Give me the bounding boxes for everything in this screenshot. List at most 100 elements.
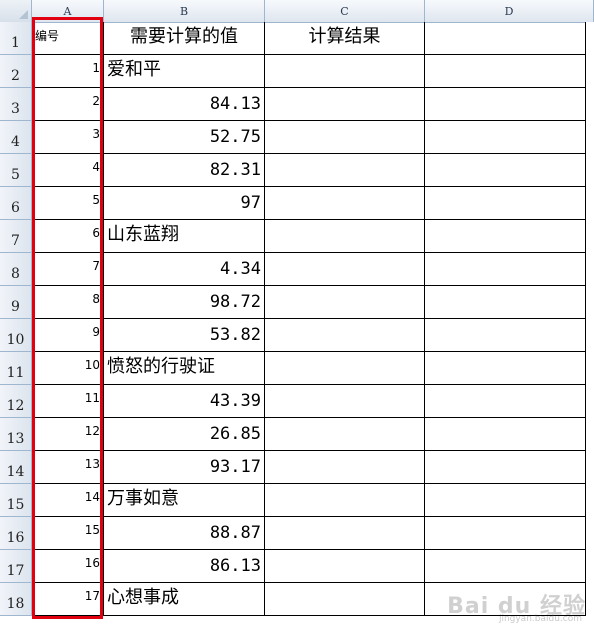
cell-a13[interactable]: 12 [32, 418, 104, 451]
select-all-corner[interactable] [0, 0, 32, 22]
cell-a5[interactable]: 4 [32, 154, 104, 187]
cell-c11[interactable] [265, 352, 425, 385]
cell-a3[interactable]: 2 [32, 88, 104, 121]
cell-d2[interactable] [425, 55, 586, 88]
row-header-10[interactable]: 10 [0, 319, 32, 352]
column-header-a[interactable]: A [32, 0, 104, 22]
cell-d16[interactable] [425, 517, 586, 550]
cell-b1-value-header[interactable]: 需要计算的值 [104, 22, 265, 55]
row-header-4[interactable]: 4 [0, 121, 32, 154]
row-header-6[interactable]: 6 [0, 187, 32, 220]
column-header-c[interactable]: C [265, 0, 425, 22]
cell-c8[interactable] [265, 253, 425, 286]
cell-value: 82.31 [209, 160, 261, 180]
row-number: 11 [6, 365, 25, 381]
row-header-12[interactable]: 12 [0, 385, 32, 418]
cell-b9[interactable]: 98.72 [104, 286, 265, 319]
cell-c3[interactable] [265, 88, 425, 121]
cell-b16[interactable]: 88.87 [104, 517, 265, 550]
cell-c13[interactable] [265, 418, 425, 451]
row-header-3[interactable]: 3 [0, 88, 32, 121]
cell-a1[interactable]: 编号 [32, 22, 104, 55]
cell-b3[interactable]: 84.13 [104, 88, 265, 121]
cell-a11[interactable]: 10 [32, 352, 104, 385]
cell-a12[interactable]: 11 [32, 385, 104, 418]
cell-b4[interactable]: 52.75 [104, 121, 265, 154]
cell-b13[interactable]: 26.85 [104, 418, 265, 451]
cell-d15[interactable] [425, 484, 586, 517]
row-header-18[interactable]: 18 [0, 583, 32, 616]
cell-c12[interactable] [265, 385, 425, 418]
cell-c17[interactable] [265, 550, 425, 583]
cell-a17[interactable]: 16 [32, 550, 104, 583]
row-header-1[interactable]: 1 [0, 22, 32, 55]
row-number: 15 [6, 497, 25, 513]
cell-c5[interactable] [265, 154, 425, 187]
column-header-d[interactable]: D [425, 0, 594, 22]
cell-c6[interactable] [265, 187, 425, 220]
row-header-14[interactable]: 14 [0, 451, 32, 484]
cell-b10[interactable]: 53.82 [104, 319, 265, 352]
cell-c7[interactable] [265, 220, 425, 253]
cell-d6[interactable] [425, 187, 586, 220]
row-header-8[interactable]: 8 [0, 253, 32, 286]
column-header-b[interactable]: B [104, 0, 265, 22]
cell-b2[interactable]: 爱和平 [104, 55, 265, 88]
cell-a2[interactable]: 1 [32, 55, 104, 88]
cell-b8[interactable]: 4.34 [104, 253, 265, 286]
cell-value: 88.87 [209, 523, 261, 543]
cell-c18[interactable] [265, 583, 425, 616]
cell-a8[interactable]: 7 [32, 253, 104, 286]
cell-b14[interactable]: 93.17 [104, 451, 265, 484]
cell-d12[interactable] [425, 385, 586, 418]
row-header-9[interactable]: 9 [0, 286, 32, 319]
cell-b7[interactable]: 山东蓝翔 [104, 220, 265, 253]
cell-a10[interactable]: 9 [32, 319, 104, 352]
cell-a18[interactable]: 17 [32, 583, 104, 616]
cell-c16[interactable] [265, 517, 425, 550]
cell-a16[interactable]: 15 [32, 517, 104, 550]
cell-d8[interactable] [425, 253, 586, 286]
cell-d11[interactable] [425, 352, 586, 385]
cell-a9[interactable]: 8 [32, 286, 104, 319]
row-header-17[interactable]: 17 [0, 550, 32, 583]
row-header-16[interactable]: 16 [0, 517, 32, 550]
id-value: 11 [84, 391, 100, 405]
cell-d10[interactable] [425, 319, 586, 352]
row-header-7[interactable]: 7 [0, 220, 32, 253]
cell-value: 52.75 [209, 127, 261, 147]
cell-c2[interactable] [265, 55, 425, 88]
cell-a6[interactable]: 5 [32, 187, 104, 220]
cell-a7[interactable]: 6 [32, 220, 104, 253]
cell-a4[interactable]: 3 [32, 121, 104, 154]
cell-b17[interactable]: 86.13 [104, 550, 265, 583]
cell-d1[interactable] [425, 22, 586, 55]
cell-a14[interactable]: 13 [32, 451, 104, 484]
cell-d9[interactable] [425, 286, 586, 319]
cell-d13[interactable] [425, 418, 586, 451]
row-header-11[interactable]: 11 [0, 352, 32, 385]
cell-c10[interactable] [265, 319, 425, 352]
cell-d3[interactable] [425, 88, 586, 121]
cell-d5[interactable] [425, 154, 586, 187]
cell-c1-result-header[interactable]: 计算结果 [265, 22, 425, 55]
cell-c14[interactable] [265, 451, 425, 484]
cell-b15[interactable]: 万事如意 [104, 484, 265, 517]
cell-c9[interactable] [265, 286, 425, 319]
row-header-13[interactable]: 13 [0, 418, 32, 451]
cell-d14[interactable] [425, 451, 586, 484]
cell-c4[interactable] [265, 121, 425, 154]
row-header-2[interactable]: 2 [0, 55, 32, 88]
cell-b11[interactable]: 愤怒的行驶证 [104, 352, 265, 385]
cell-b5[interactable]: 82.31 [104, 154, 265, 187]
cell-d17[interactable] [425, 550, 586, 583]
cell-d4[interactable] [425, 121, 586, 154]
cell-d7[interactable] [425, 220, 586, 253]
cell-b12[interactable]: 43.39 [104, 385, 265, 418]
cell-b6[interactable]: 97 [104, 187, 265, 220]
row-header-5[interactable]: 5 [0, 154, 32, 187]
cell-b18[interactable]: 心想事成 [104, 583, 265, 616]
cell-a15[interactable]: 14 [32, 484, 104, 517]
cell-c15[interactable] [265, 484, 425, 517]
row-header-15[interactable]: 15 [0, 484, 32, 517]
